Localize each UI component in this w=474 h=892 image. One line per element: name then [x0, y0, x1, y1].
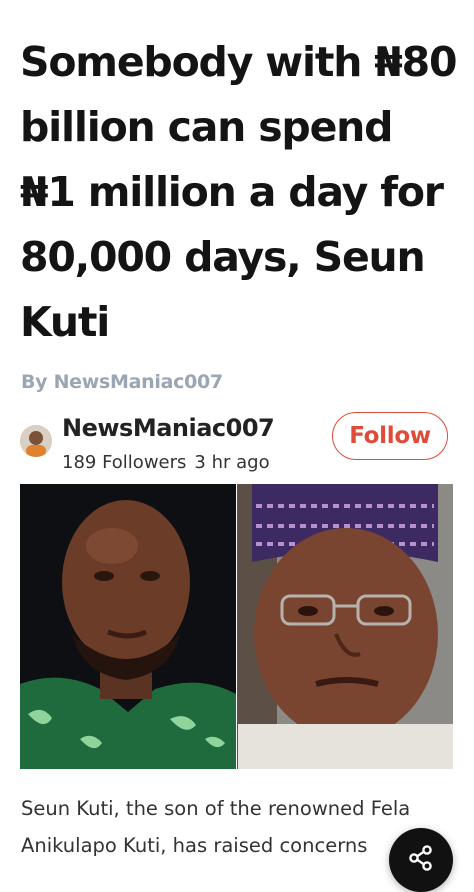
share-icon — [407, 844, 435, 876]
author-avatar[interactable] — [20, 425, 52, 457]
article-image[interactable] — [20, 484, 453, 769]
author-name[interactable]: NewsManiac007 — [62, 414, 275, 442]
share-button[interactable] — [389, 828, 453, 892]
article-headline: Somebody with ₦80 billion can spend ₦1 m… — [20, 38, 457, 346]
follower-count: 189 Followers — [62, 452, 187, 472]
author-row: NewsManiac007 189 Followers 3 hr ago Foll… — [20, 410, 460, 472]
post-time: 3 hr ago — [194, 452, 270, 472]
byline[interactable]: By NewsManiac007 — [21, 371, 223, 393]
author-meta: 189 Followers 3 hr ago — [62, 452, 270, 472]
follow-button[interactable]: Follow — [332, 412, 448, 460]
